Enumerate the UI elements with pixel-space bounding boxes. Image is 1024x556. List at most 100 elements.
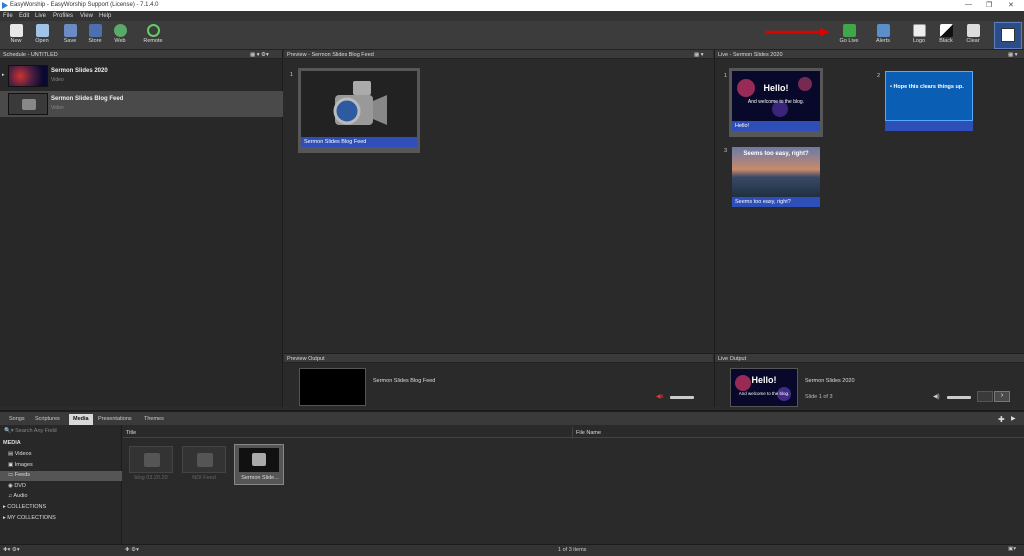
slide-caption: Sermon Slides Blog Feed xyxy=(301,137,417,147)
camera-icon xyxy=(144,453,160,467)
library-sidebar: 🔍▾ Search Any Field MEDIA ▤ Videos ▣ Ima… xyxy=(0,425,122,544)
layout-toggle-button[interactable] xyxy=(994,22,1022,49)
monitor-icon xyxy=(1001,28,1015,42)
view-mode-icon[interactable]: ▣▾ xyxy=(1008,546,1016,552)
collections-node[interactable]: ▸ COLLECTIONS xyxy=(0,503,122,513)
prev-slide-button[interactable] xyxy=(977,391,993,402)
image-icon: ▣ xyxy=(8,462,15,468)
live-pane: Live - Sermon Slides 2020 ▦ ▾ 1 Hello! An… xyxy=(714,50,1024,352)
slide-image xyxy=(301,71,417,137)
close-button[interactable]: ✕ xyxy=(1008,1,1014,9)
remote-button[interactable]: Remote xyxy=(142,23,164,49)
library-section-title: MEDIA xyxy=(3,440,21,446)
media-item[interactable] xyxy=(182,446,226,473)
store-icon xyxy=(88,24,102,37)
toolbar: New Open Save Store Web Remote Go Live A… xyxy=(0,21,1024,50)
clear-button[interactable]: Clear xyxy=(962,23,984,49)
preview-output-title: Sermon Slides Blog Feed xyxy=(373,378,436,384)
schedule-view-icon[interactable]: ▦ ▾ ⚙▾ xyxy=(250,52,269,58)
slide-caption xyxy=(885,121,973,131)
menu-live[interactable]: Live xyxy=(35,13,46,19)
save-button[interactable]: Save xyxy=(59,23,81,49)
logo-button[interactable]: Logo xyxy=(908,23,930,49)
black-button[interactable]: Black xyxy=(935,23,957,49)
volume-slider[interactable] xyxy=(670,396,694,399)
tab-scriptures[interactable]: Scriptures xyxy=(31,414,64,425)
next-slide-button[interactable]: › xyxy=(994,391,1010,402)
column-file-name[interactable]: File Name xyxy=(576,430,601,436)
mute-icon[interactable]: ◀x xyxy=(656,393,664,400)
list-add-dropdown-icon[interactable]: ✚ ⚙▾ xyxy=(125,547,139,553)
slide-caption: Hello! xyxy=(732,121,820,131)
add-icon[interactable]: ✚ xyxy=(998,415,1005,424)
tab-songs[interactable]: Songs xyxy=(5,414,29,425)
go-live-button[interactable]: Go Live xyxy=(837,23,861,49)
new-button[interactable]: New xyxy=(5,23,27,49)
schedule-thumbnail xyxy=(8,93,48,115)
slide-number: 2 xyxy=(877,73,881,79)
schedule-item[interactable]: ▸ Sermon Slides 2020 Video xyxy=(0,63,283,89)
live-slide[interactable]: • Hope this clears things up. xyxy=(882,68,976,134)
schedule-item-selected[interactable]: Sermon Slides Blog Feed Video xyxy=(0,91,283,117)
search-field[interactable]: 🔍▾ Search Any Field xyxy=(0,428,122,437)
go-live-icon xyxy=(842,24,856,37)
preview-options-icon[interactable]: ▦ ▾ xyxy=(694,52,704,58)
search-icon: 🔍▾ xyxy=(4,428,16,434)
live-slide[interactable]: Hello! And welcome to the blog. Hello! xyxy=(729,68,823,137)
black-icon xyxy=(939,24,953,37)
web-button[interactable]: Web xyxy=(109,23,131,49)
menu-profiles[interactable]: Profiles xyxy=(53,13,73,19)
camera-icon xyxy=(22,99,36,110)
slide-caption: Seems too easy, right? xyxy=(732,197,820,207)
open-button[interactable]: Open xyxy=(31,23,53,49)
preview-output-header: Preview Output xyxy=(284,354,713,363)
window-title: EasyWorship - EasyWorship Support (Licen… xyxy=(10,2,159,8)
menu-edit[interactable]: Edit xyxy=(19,13,29,19)
live-options-icon[interactable]: ▦ ▾ xyxy=(1008,52,1018,58)
logo-icon xyxy=(912,24,926,37)
clear-icon xyxy=(966,24,980,37)
live-output-pane: Live Output Hello! And welcome to the bl… xyxy=(714,353,1024,407)
library-item-dvd[interactable]: ◉ DVD xyxy=(0,482,122,492)
column-title[interactable]: Title xyxy=(126,430,136,436)
volume-slider[interactable] xyxy=(947,396,971,399)
media-item-selected[interactable]: Sermon Slide... xyxy=(234,444,284,485)
menu-bar: File Edit Live Profiles View Help xyxy=(0,11,1024,21)
play-indicator-icon: ▸ xyxy=(2,72,5,78)
live-output-screen: Hello! And welcome to the blog. xyxy=(730,368,798,407)
alerts-button[interactable]: Alerts xyxy=(872,23,894,49)
list-header: Title File Name xyxy=(123,427,1024,439)
new-icon xyxy=(9,24,23,37)
library-item-images[interactable]: ▣ Images xyxy=(0,461,122,471)
expand-icon[interactable]: ▶ xyxy=(1011,415,1016,422)
speaker-icon[interactable]: ◀) xyxy=(933,393,940,400)
schedule-header: Schedule - UNTITLED ▦ ▾ ⚙▾ xyxy=(0,50,282,59)
folder-icon xyxy=(35,24,49,37)
tab-media[interactable]: Media xyxy=(69,414,93,425)
live-slide[interactable]: Seems too easy, right? Seems too easy, r… xyxy=(729,144,823,210)
add-dropdown-icon[interactable]: ✚▾ ⚙▾ xyxy=(3,547,20,553)
library-item-audio[interactable]: ♫ Audio xyxy=(0,492,122,502)
media-item[interactable] xyxy=(129,446,173,473)
preview-header: Preview - Sermon Slides Blog Feed ▦ ▾ xyxy=(284,50,713,59)
my-collections-node[interactable]: ▸ MY COLLECTIONS xyxy=(0,514,122,524)
tab-presentations[interactable]: Presentations xyxy=(94,414,136,425)
library-item-videos[interactable]: ▤ Videos xyxy=(0,450,122,460)
media-item-label: Sermon Slide... xyxy=(241,475,279,481)
menu-view[interactable]: View xyxy=(80,13,93,19)
tab-themes[interactable]: Themes xyxy=(140,414,168,425)
live-header: Live - Sermon Slides 2020 ▦ ▾ xyxy=(715,50,1024,59)
slide-body: And welcome to the blog. xyxy=(747,99,805,105)
live-output-slide-counter: Slide 1 of 3 xyxy=(805,394,833,400)
preview-slide[interactable]: Sermon Slides Blog Feed xyxy=(298,68,420,153)
slide-image: Seems too easy, right? xyxy=(732,147,820,197)
store-button[interactable]: Store xyxy=(84,23,106,49)
save-icon xyxy=(63,24,77,37)
video-icon: ▤ xyxy=(8,451,15,457)
maximize-button[interactable]: ❐ xyxy=(986,1,992,9)
library-item-feeds[interactable]: ▭ Feeds xyxy=(0,471,122,481)
minimize-button[interactable]: — xyxy=(965,1,972,8)
menu-file[interactable]: File xyxy=(3,13,13,19)
live-output-title: Sermon Slides 2020 xyxy=(805,378,855,384)
menu-help[interactable]: Help xyxy=(99,13,111,19)
